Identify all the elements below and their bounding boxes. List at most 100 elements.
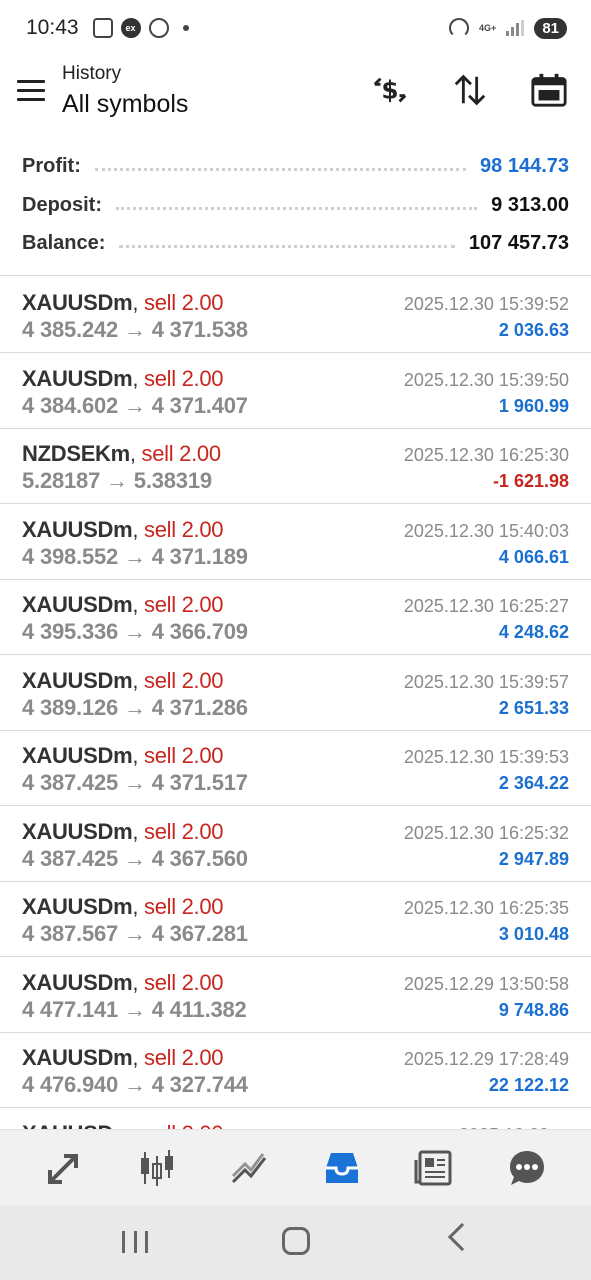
- home-button[interactable]: [282, 1227, 310, 1255]
- deal-row[interactable]: XAUUSDm, sell 2.00 4 395.336 → 4 366.709 2…: [0, 579, 591, 655]
- deal-symbol: XAUUSDm: [22, 365, 133, 391]
- deal-time: 2025.12.30 15:39:57: [403, 671, 569, 692]
- deal-time: 2025.12.30 15:39:50: [403, 369, 569, 390]
- price-arrow: →: [124, 619, 146, 644]
- dotted-leader: [119, 244, 455, 248]
- open-price: 4 476.940: [22, 1072, 119, 1097]
- recents-button[interactable]: [122, 1231, 148, 1253]
- profit-value: 98 144.73: [480, 154, 569, 177]
- deal-symbol: XAUUSDm: [22, 667, 133, 693]
- deal-title: XAUUSDm, sell 2.00: [22, 969, 224, 995]
- deal-profit: 1 960.99: [498, 395, 569, 416]
- deal-profit: 2 364.22: [498, 773, 569, 793]
- close-price: 4 371.538: [151, 317, 248, 342]
- close-price: 4 371.517: [151, 770, 248, 795]
- price-arrow: →: [124, 921, 146, 946]
- deal-row[interactable]: XAUUSDm, sell 2.00 4 387.425 → 4 367.560 2…: [0, 806, 591, 882]
- deal-title: XAUUSDm, sell 2.00: [22, 894, 224, 919]
- nav-chat[interactable]: [503, 1144, 551, 1192]
- nav-trade[interactable]: [40, 1144, 88, 1192]
- open-price: 4 398.552: [22, 543, 119, 569]
- calendar-icon[interactable]: [529, 70, 569, 110]
- deal-profit: 22 122.12: [488, 1075, 569, 1095]
- deal-prices: 4 398.552 → 4 371.189: [22, 544, 248, 570]
- close-price: 4 367.560: [151, 845, 248, 871]
- deals-list[interactable]: XAUUSDm, sell 2.00 4 385.242 → 4 371.538 2…: [0, 277, 591, 1129]
- price-arrow: →: [124, 770, 146, 795]
- deal-time: 2025.12.30 16:25:35: [403, 898, 569, 918]
- exness-icon: ex: [120, 18, 141, 38]
- open-price: 4 387.425: [22, 845, 119, 871]
- page-title[interactable]: All symbols: [62, 90, 188, 119]
- deal-title: XAUUSDm, sell 2.00: [22, 290, 224, 315]
- deal-row[interactable]: XAUUSDm, sell 2.00 4 389.126 → 4 371.286 2…: [0, 655, 591, 731]
- deal-row[interactable]: XAUUSDm, sell 2.00 4 387.425 → 4 371.517 2…: [0, 730, 591, 806]
- deal-row[interactable]: XAUUSDm, sell 2.00 4 387.567 → 4 367.281 2…: [0, 881, 591, 957]
- deal-time: 2025.12.29 17:28:49: [403, 1049, 569, 1069]
- nav-news[interactable]: [410, 1144, 458, 1192]
- deal-type: sell 2.00: [141, 441, 222, 466]
- nav-chart[interactable]: [133, 1144, 181, 1192]
- deal-title: XAUUSDm, sell 2.00: [22, 516, 224, 542]
- bottom-navigation: [0, 1129, 591, 1205]
- system-status-icons: 4G+ 81: [449, 17, 567, 39]
- signal-icon: [506, 20, 525, 36]
- currency-exchange-icon[interactable]: $: [370, 70, 410, 110]
- deal-row[interactable]: NZDSEKm, sell 2.00 5.28187 → 5.38319 2025.…: [0, 428, 591, 504]
- profit-label: Profit:: [22, 154, 81, 177]
- back-button[interactable]: [447, 1222, 477, 1252]
- deal-profit: 4 066.61: [498, 546, 569, 567]
- deal-row[interactable]: XAUUSDm, sell 2.00 4 385.242 → 4 371.538 2…: [0, 277, 591, 353]
- deal-symbol: XAUUSDm: [22, 818, 133, 844]
- page-subtitle: History: [62, 63, 122, 84]
- close-price: 4 366.709: [151, 619, 248, 644]
- deal-profit: 2 651.33: [498, 697, 569, 718]
- deal-row[interactable]: XAUUSDm, sell 2.00 4 477.141 → 4 411.382 2…: [0, 957, 591, 1033]
- trade-arrows-icon: [48, 1153, 79, 1184]
- deal-type: sell 2.00: [144, 969, 224, 995]
- deal-type: sell 2.00: [144, 1121, 224, 1130]
- deal-time: 2025.12.30 15:40:03: [403, 520, 569, 541]
- sort-icon[interactable]: [450, 70, 490, 110]
- open-price: 4 387.425: [22, 770, 119, 795]
- menu-icon[interactable]: [17, 80, 45, 101]
- deal-symbol: XAUUSDm: [22, 743, 133, 768]
- balance-value: 107 457.73: [468, 231, 569, 254]
- deal-row[interactable]: XAUUSDm, sell 2.00 4 398.552 → 4 371.189 2…: [0, 504, 591, 580]
- deal-prices: 4 477.141 → 4 411.382: [22, 997, 247, 1023]
- deal-symbol: NZDSEKm: [22, 441, 130, 466]
- deal-title: XAUUSDm, sell 2.00: [22, 667, 224, 693]
- nav-history[interactable]: [318, 1144, 366, 1192]
- deal-type: sell 2.00: [144, 818, 224, 844]
- whatsapp-icon: [148, 18, 169, 38]
- deal-symbol: XAUUSDm: [22, 290, 133, 315]
- nav-trends[interactable]: [225, 1144, 273, 1192]
- chat-icon: [509, 1150, 544, 1185]
- price-arrow: →: [106, 468, 128, 493]
- deal-title: NZDSEKm, sell 2.00: [22, 441, 222, 466]
- trend-line-icon: [232, 1152, 267, 1183]
- deal-prices: 4 387.425 → 4 367.560: [22, 846, 248, 872]
- deal-row[interactable]: XAUUSDm, sell 2.002025.12.29 ...: [0, 1108, 591, 1130]
- deal-profit: 4 248.62: [498, 622, 569, 642]
- deal-symbol: XAUUSDm: [22, 1121, 133, 1130]
- deal-row[interactable]: XAUUSDm, sell 2.00 4 384.602 → 4 371.407 2…: [0, 353, 591, 429]
- deal-profit: 2 036.63: [498, 320, 569, 340]
- deal-time: 2025.12.30 15:39:52: [403, 294, 569, 314]
- deal-profit: 9 748.86: [498, 999, 569, 1020]
- deal-symbol: XAUUSDm: [22, 516, 133, 542]
- deal-prices: 4 476.940 → 4 327.744: [22, 1072, 248, 1098]
- candlestick-chart-icon: [140, 1149, 173, 1186]
- deal-type: sell 2.00: [144, 894, 224, 919]
- deal-title: XAUUSDm, sell 2.00: [22, 592, 224, 617]
- price-arrow: →: [124, 317, 146, 342]
- balance-label: Balance:: [22, 231, 106, 254]
- screenshot-icon: [92, 18, 113, 38]
- price-arrow: →: [124, 543, 146, 569]
- deal-profit: -1 621.98: [492, 471, 569, 491]
- price-arrow: →: [124, 1072, 146, 1097]
- status-time: 10:43: [26, 16, 79, 39]
- deal-row[interactable]: XAUUSDm, sell 2.00 4 476.940 → 4 327.744 2…: [0, 1032, 591, 1108]
- deal-prices: 4 395.336 → 4 366.709: [22, 619, 248, 645]
- deal-type: sell 2.00: [144, 1045, 224, 1070]
